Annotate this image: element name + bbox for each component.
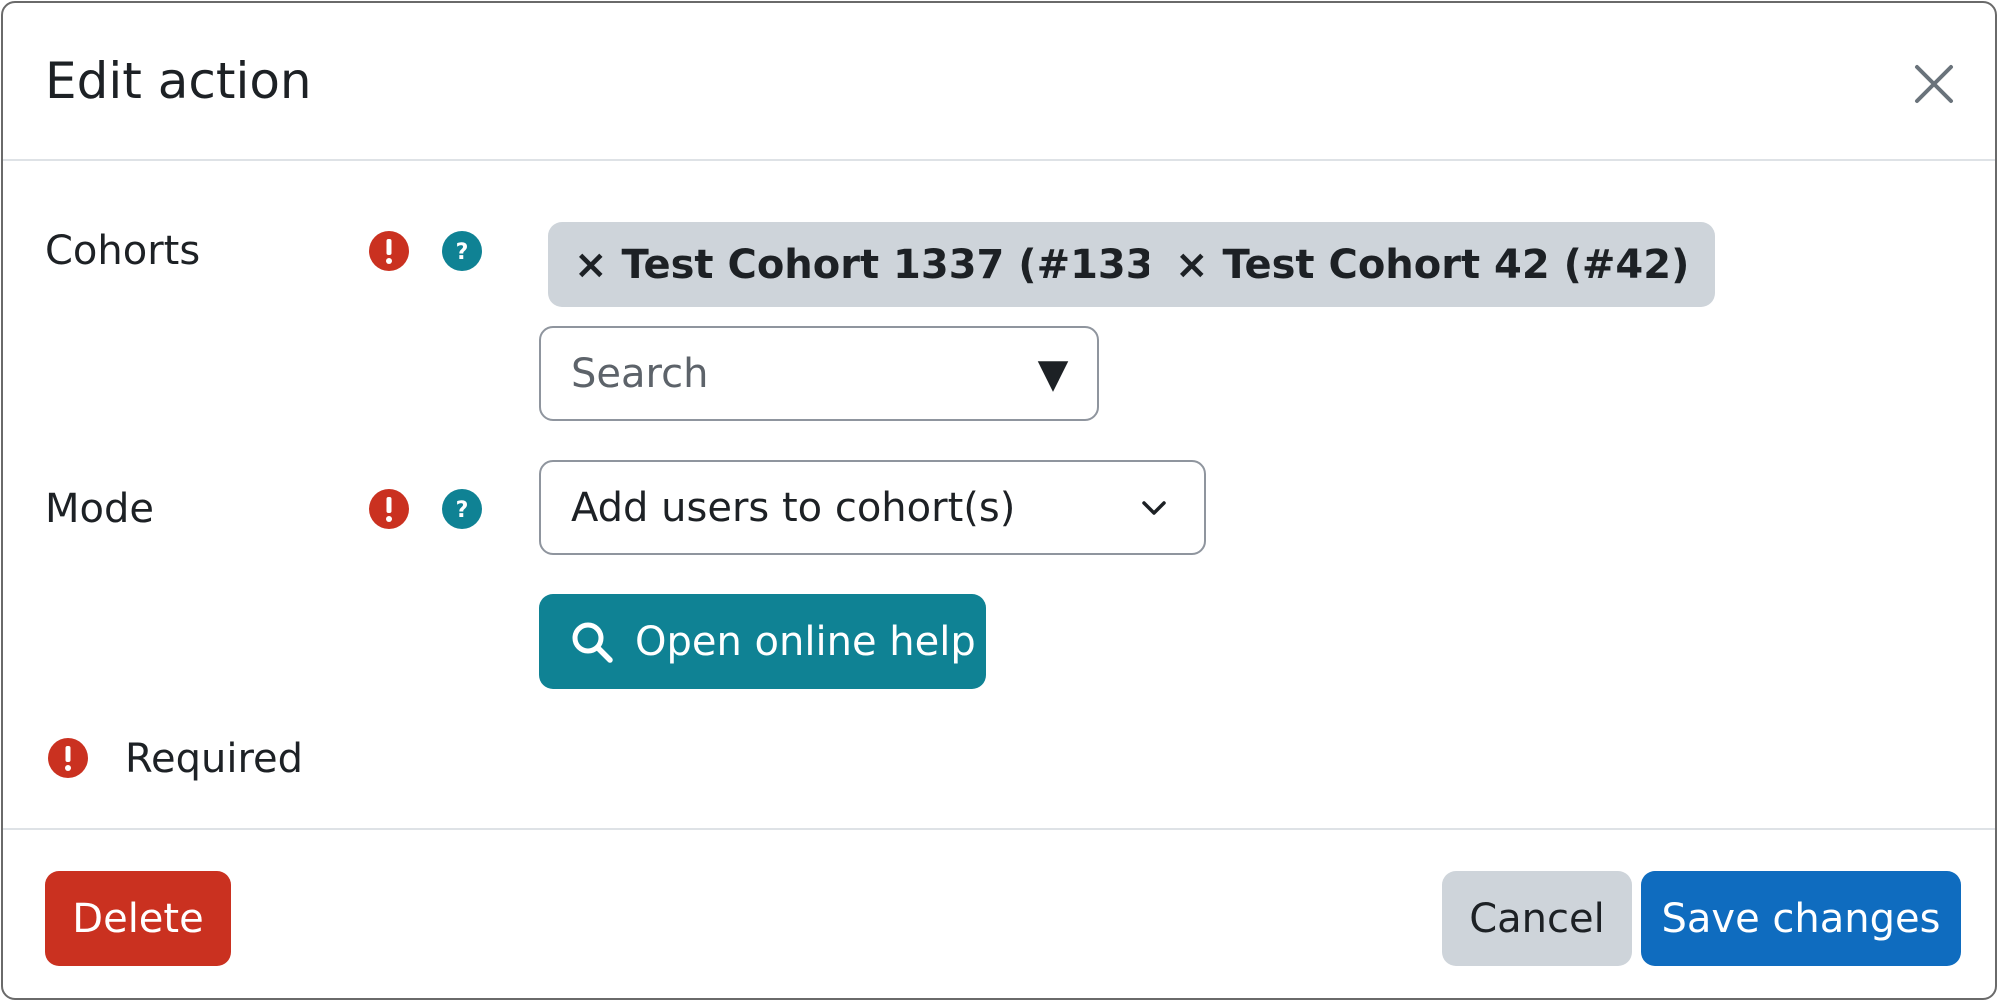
svg-text:?: ? (456, 240, 469, 265)
mode-selected-value: Add users to cohort(s) (571, 484, 1016, 531)
remove-icon[interactable]: × (1175, 242, 1209, 288)
remove-icon[interactable]: × (574, 242, 608, 288)
dialog-title: Edit action (45, 52, 312, 110)
close-icon (1903, 53, 1965, 115)
close-button[interactable] (1903, 53, 1965, 115)
help-icon[interactable]: ? (441, 488, 483, 530)
search-icon (569, 619, 615, 665)
mode-select[interactable]: Add users to cohort(s) (539, 460, 1206, 555)
chevron-down-icon (1136, 490, 1172, 526)
mode-label: Mode (45, 486, 154, 532)
cohort-chip[interactable]: × Test Cohort 1337 (#1337) (548, 222, 1226, 307)
open-online-help-button[interactable]: Open online help (539, 594, 986, 689)
required-icon (368, 230, 410, 272)
dropdown-arrow-icon[interactable]: ▼ (1023, 351, 1083, 397)
edit-action-dialog: Edit action Cohorts ? × Test Cohort 1337… (1, 1, 1997, 1000)
delete-button[interactable]: Delete (45, 871, 231, 966)
save-changes-button[interactable]: Save changes (1641, 871, 1961, 966)
cancel-button[interactable]: Cancel (1442, 871, 1632, 966)
search-placeholder: Search (571, 350, 709, 397)
cohorts-label: Cohorts (45, 228, 201, 274)
cohort-chip[interactable]: × Test Cohort 42 (#42) (1149, 222, 1716, 307)
svg-text:?: ? (456, 498, 469, 523)
help-icon[interactable]: ? (441, 230, 483, 272)
cohort-chip-label: Test Cohort 42 (#42) (1222, 241, 1690, 288)
required-icon (47, 737, 89, 779)
required-icon (368, 488, 410, 530)
cohort-search-input[interactable]: Search ▼ (539, 326, 1099, 421)
open-online-help-label: Open online help (635, 618, 976, 665)
required-label: Required (125, 736, 304, 782)
dialog-footer: Delete Cancel Save changes (3, 828, 1995, 998)
dialog-header: Edit action (3, 3, 1995, 161)
cohort-chip-label: Test Cohort 1337 (#1337) (621, 241, 1200, 288)
